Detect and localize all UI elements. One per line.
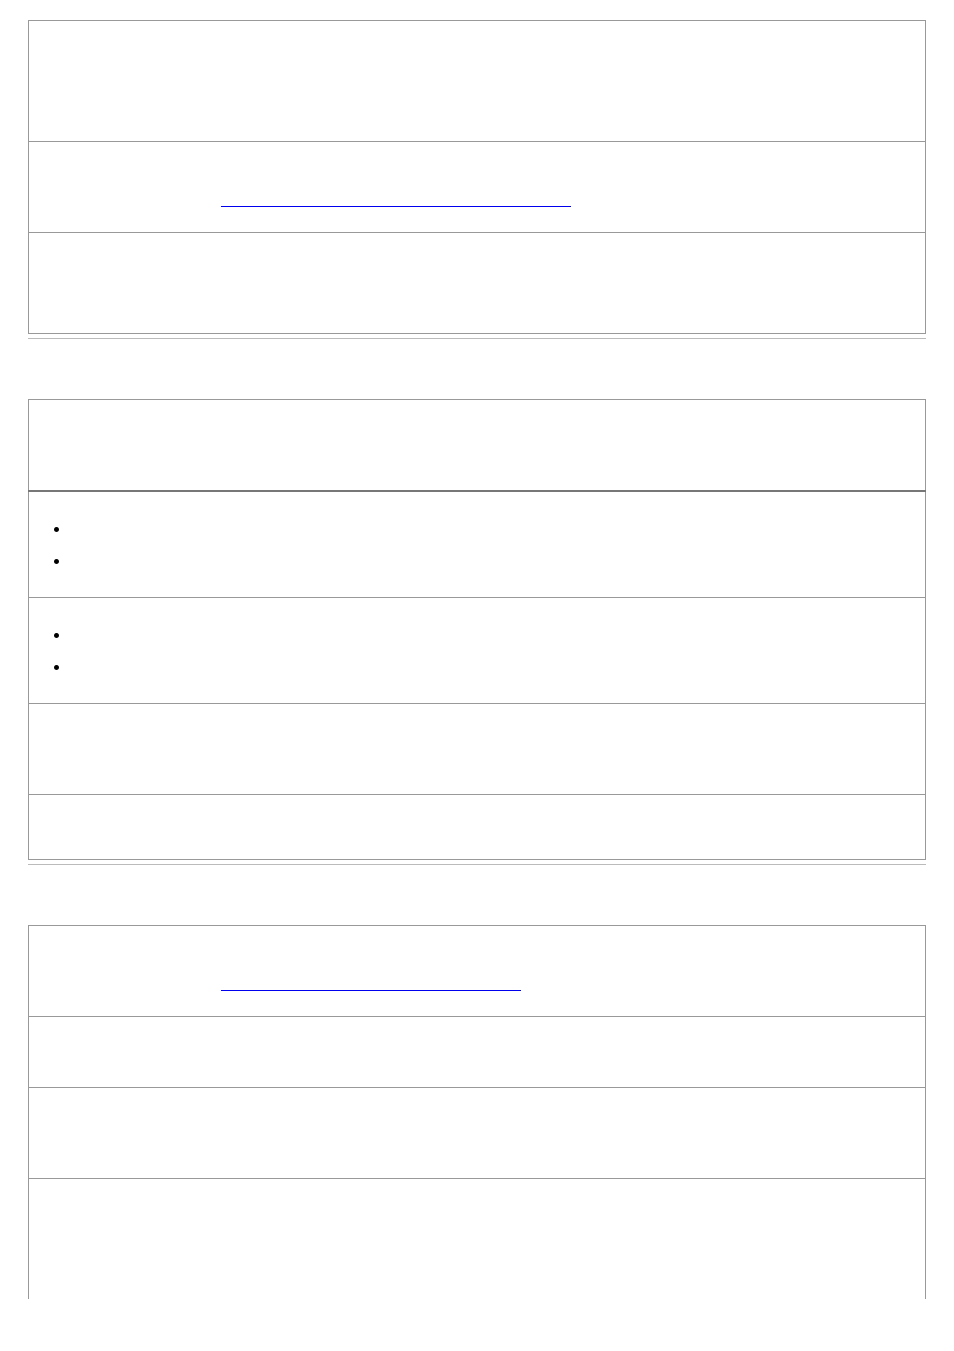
table-2-header: [29, 400, 926, 492]
table-1: [28, 20, 926, 334]
table-2-row-4: [29, 794, 926, 859]
table-3-row-3: [29, 1178, 926, 1299]
table-1-row-0: [29, 21, 926, 142]
list-item: [71, 618, 913, 650]
table-1-row-2: [29, 233, 926, 334]
table-3-row-2: [29, 1087, 926, 1178]
link-placeholder-2[interactable]: [221, 976, 521, 991]
table-3-row-1: [29, 1016, 926, 1087]
list-item: [71, 512, 913, 544]
table-2-row-3: [29, 703, 926, 794]
table-1-underline: [28, 338, 926, 339]
list-item: [71, 544, 913, 576]
table-1-row-1: [29, 142, 926, 233]
table-2-underline: [28, 864, 926, 865]
table-3: [28, 925, 926, 1299]
list-item: [71, 650, 913, 682]
table-2-row-1: [29, 491, 926, 597]
bullet-list-1: [71, 512, 913, 577]
page-container: [0, 0, 954, 1323]
bullet-list-2: [71, 618, 913, 683]
table-2-row-2: [29, 597, 926, 703]
table-2: [28, 399, 926, 860]
link-placeholder-1[interactable]: [221, 192, 571, 207]
table-3-row-0: [29, 925, 926, 1016]
